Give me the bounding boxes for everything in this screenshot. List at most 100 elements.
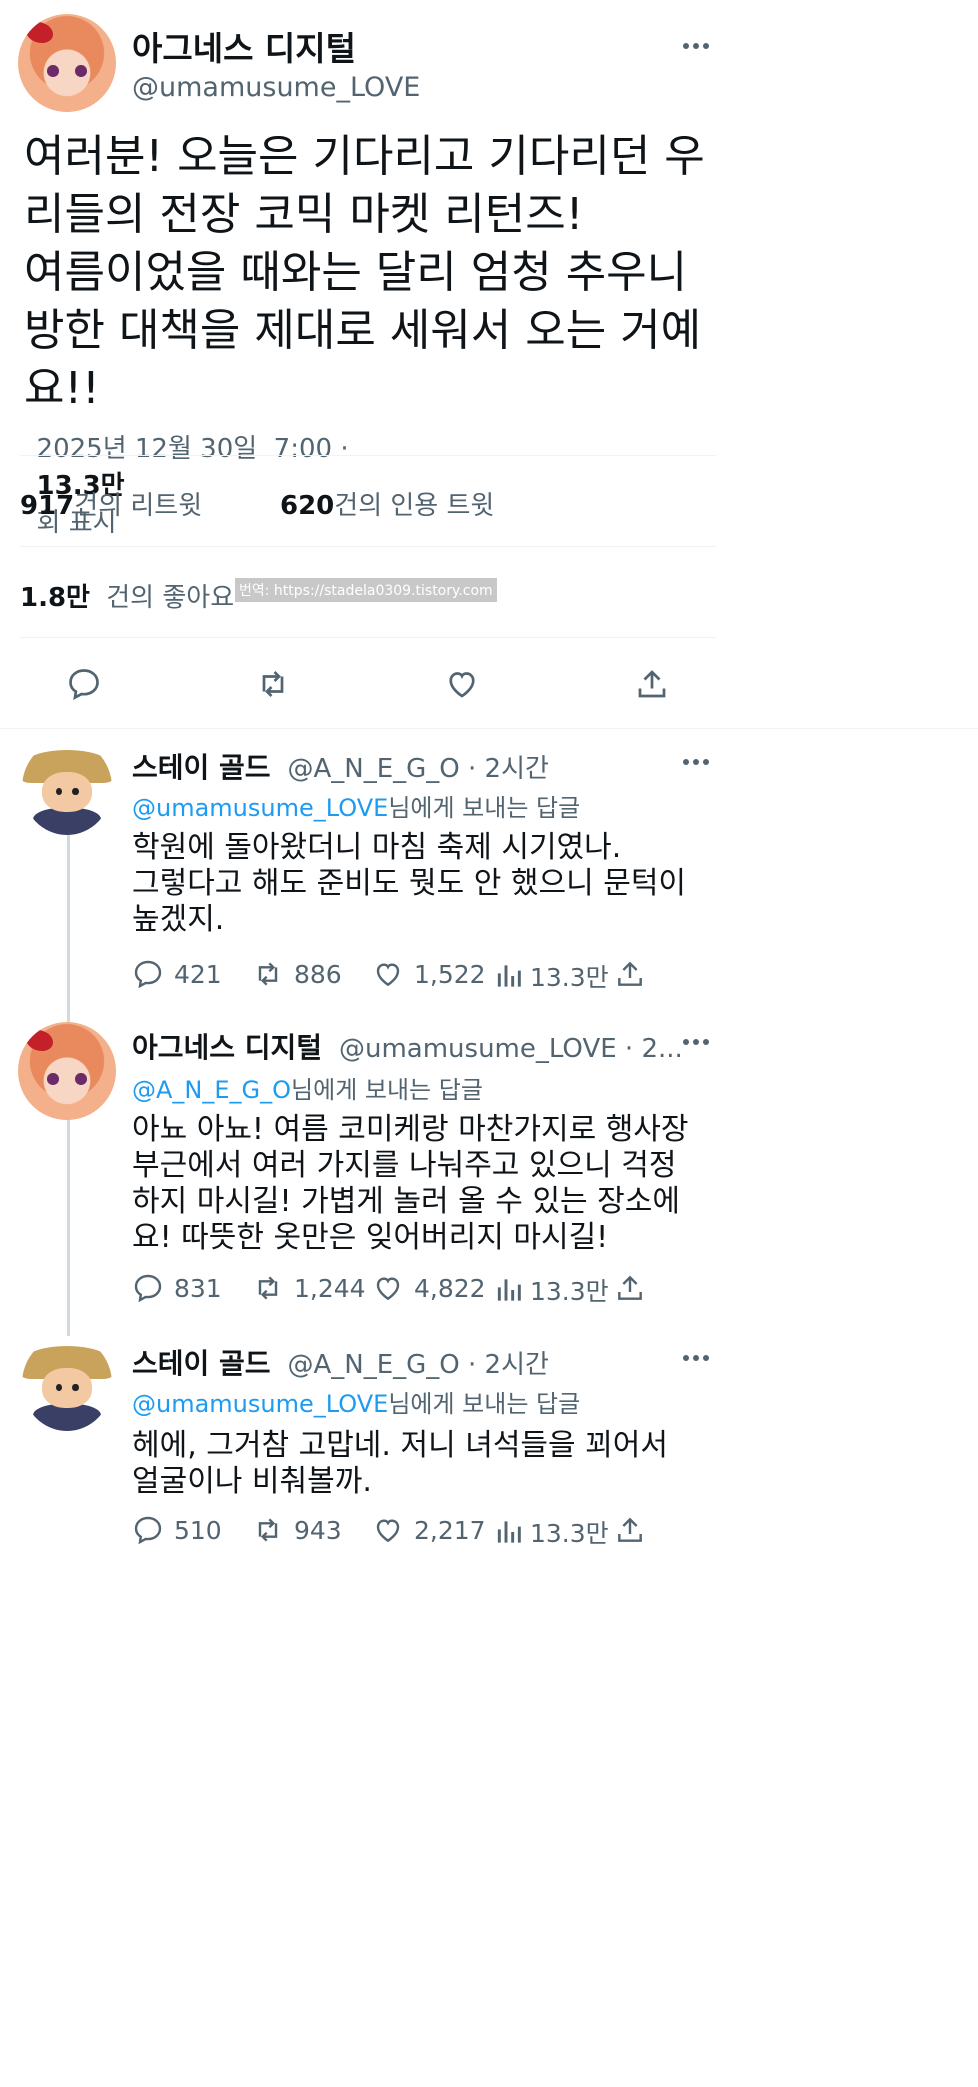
reply-to-label: 님에게 보내는 답글 — [388, 794, 581, 822]
reply-to-handle[interactable]: @umamusume_LOVE — [132, 794, 388, 822]
share-action[interactable] — [614, 1514, 646, 1546]
author-handle[interactable]: @umamusume_LOVE · 2... — [339, 1034, 683, 1064]
reply-text: 헤에, 그거참 고맙네. 저니 녀석들을 꾀어서 얼굴이나 비춰볼까. — [132, 1428, 722, 1500]
reply-icon — [134, 1516, 162, 1545]
more-icon[interactable] — [680, 34, 712, 58]
reply-text: 아뇨 아뇨! 여름 코미케랑 마찬가지로 행사장 부근에서 여러 가지를 나눠주… — [132, 1112, 732, 1256]
watermark: 번역: https://stadela0309.tistory.com — [235, 578, 497, 602]
retweet-icon — [258, 962, 278, 986]
reply-to-label: 님에게 보내는 답글 — [388, 1390, 581, 1418]
like-action[interactable]: 1,522 — [372, 958, 486, 990]
share-icon — [618, 1275, 642, 1300]
retweet-icon — [258, 1518, 278, 1542]
retweet-action[interactable]: 943 — [252, 1514, 342, 1546]
like-icon — [376, 1277, 400, 1301]
reply-line: 요! 따뜻한 옷만은 잊어버리지 마시길! — [132, 1220, 609, 1255]
reply-action[interactable]: 831 — [132, 1272, 222, 1304]
like-icon — [376, 1519, 400, 1543]
views-action[interactable]: 13.3만 — [494, 1514, 609, 1550]
author-name[interactable]: 스테이 골드 — [132, 751, 271, 784]
tweet-line: 여름이었을 때와는 달리 엄청 추우니 — [24, 247, 688, 298]
reply-to: @umamusume_LOVE님에게 보내는 답글 — [132, 1384, 580, 1419]
reply-action[interactable]: 421 — [132, 958, 222, 990]
reply-icon — [134, 1274, 162, 1303]
reply-line: 아뇨 아뇨! 여름 코미케랑 마찬가지로 행사장 — [132, 1112, 689, 1147]
author-name[interactable]: 아그네스 디지털 — [132, 1031, 322, 1064]
quotes-stat[interactable]: 620건의 인용 트윗 — [280, 485, 494, 522]
views-icon — [497, 965, 521, 987]
views-icon — [497, 1279, 521, 1301]
reply-line: 얼굴이나 비춰볼까. — [132, 1464, 372, 1499]
reply-to-handle[interactable]: @umamusume_LOVE — [132, 1390, 388, 1418]
like-count: 1,522 — [414, 959, 486, 989]
retweet-count: 1,244 — [294, 1273, 366, 1303]
reply-line: 헤에, 그거참 고맙네. 저니 녀석들을 꾀어서 — [132, 1428, 668, 1463]
reply-line: 그렇다고 해도 준비도 뭣도 안 했으니 문턱이 — [132, 866, 687, 901]
reply-line: 부근에서 여러 가지를 나눠주고 있으니 걱정 — [132, 1148, 677, 1183]
thread-line — [67, 835, 70, 1023]
retweet-count: 886 — [294, 959, 342, 989]
views-count: 13.3만 — [530, 1519, 609, 1548]
divider — [20, 455, 716, 456]
reply-header: 스테이 골드 @A_N_E_G_O · 2시간 — [132, 1342, 549, 1382]
more-icon[interactable] — [680, 1030, 712, 1054]
retweets-count: 917 — [20, 491, 75, 521]
views-action[interactable]: 13.3만 — [494, 958, 609, 994]
likes-stat[interactable]: 1.8만 건의 좋아요 — [20, 577, 234, 614]
reply-count: 831 — [174, 1273, 222, 1303]
reply-to-label: 님에게 보내는 답글 — [291, 1076, 483, 1104]
author-name[interactable]: 아그네스 디지털 — [132, 22, 356, 70]
reply-to-handle[interactable]: @A_N_E_G_O — [132, 1076, 291, 1104]
views-icon — [497, 1521, 521, 1543]
tweet-text: 여러분! 오늘은 기다리고 기다리던 우 리들의 전장 코믹 마켓 리턴즈! 여… — [24, 128, 734, 418]
avatar[interactable] — [18, 1022, 116, 1120]
like-icon[interactable] — [444, 666, 480, 702]
likes-label: 건의 좋아요 — [106, 583, 235, 613]
retweet-icon[interactable] — [254, 666, 292, 702]
author-name[interactable]: 스테이 골드 — [132, 1347, 271, 1380]
quotes-label: 건의 인용 트윗 — [334, 491, 495, 521]
more-icon[interactable] — [680, 1346, 712, 1370]
avatar[interactable] — [18, 14, 116, 112]
like-count: 2,217 — [414, 1515, 486, 1545]
author-handle[interactable]: @A_N_E_G_O · 2시간 — [287, 754, 548, 784]
reply-header: 아그네스 디지털 @umamusume_LOVE · 2... — [132, 1026, 683, 1066]
section-separator — [0, 728, 978, 729]
retweet-icon — [258, 1276, 278, 1300]
views-action[interactable]: 13.3만 — [494, 1272, 609, 1308]
likes-count: 1.8만 — [20, 583, 90, 613]
reply-header: 스테이 골드 @A_N_E_G_O · 2시간 — [132, 746, 549, 786]
retweet-action[interactable]: 1,244 — [252, 1272, 366, 1304]
avatar[interactable] — [22, 740, 112, 835]
reply-icon — [134, 960, 162, 989]
reply-action[interactable]: 510 — [132, 1514, 222, 1546]
share-icon[interactable] — [634, 666, 670, 702]
reply-line: 학원에 돌아왔더니 마침 축제 시기였나. — [132, 830, 622, 865]
views-count: 13.3만 — [530, 963, 609, 992]
thread-line — [67, 1120, 70, 1340]
avatar[interactable] — [22, 1336, 112, 1431]
reply-to: @umamusume_LOVE님에게 보내는 답글 — [132, 788, 580, 823]
reply-count: 510 — [174, 1515, 222, 1545]
retweet-action[interactable]: 886 — [252, 958, 342, 990]
timestamp[interactable]: 2025년 12월 30일 7:00 · — [37, 434, 349, 464]
retweets-stat[interactable]: 917건의 리트윗 — [20, 485, 202, 522]
share-icon — [618, 1517, 642, 1542]
tweet-line: 방한 대책을 제대로 세워서 오는 거예 — [24, 305, 702, 356]
share-icon — [618, 961, 642, 986]
author-handle[interactable]: @umamusume_LOVE — [132, 72, 420, 103]
like-action[interactable]: 4,822 — [372, 1272, 486, 1304]
like-count: 4,822 — [414, 1273, 486, 1303]
reply-text: 학원에 돌아왔더니 마침 축제 시기였나. 그렇다고 해도 준비도 뭣도 안 했… — [132, 830, 722, 938]
tweet-line: 여러분! 오늘은 기다리고 기다리던 우 — [24, 131, 705, 182]
views-count: 13.3만 — [530, 1277, 609, 1306]
reply-count: 421 — [174, 959, 222, 989]
more-icon[interactable] — [680, 750, 712, 774]
share-action[interactable] — [614, 958, 646, 990]
retweet-count: 943 — [294, 1515, 342, 1545]
like-action[interactable]: 2,217 — [372, 1514, 486, 1546]
reply-icon[interactable] — [66, 666, 102, 702]
author-handle[interactable]: @A_N_E_G_O · 2시간 — [287, 1350, 548, 1380]
divider — [20, 546, 716, 547]
share-action[interactable] — [614, 1272, 646, 1304]
